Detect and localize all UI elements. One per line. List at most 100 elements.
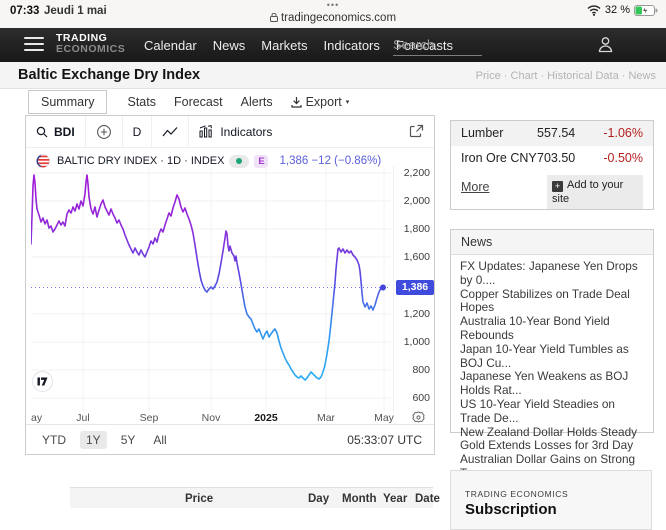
nav-item-indicators[interactable]: Indicators <box>323 38 381 53</box>
download-icon <box>291 96 302 108</box>
subscription-brand: TRADING ECONOMICS <box>465 489 651 499</box>
chart-card: BDI D Indicators <box>25 115 435 455</box>
lock-icon <box>270 13 278 22</box>
table-column-header: Price <box>185 493 213 505</box>
hamburger-menu-icon[interactable] <box>24 37 44 52</box>
open-fullscreen-button[interactable] <box>409 124 424 139</box>
y-axis-label: 2,000 <box>404 195 430 207</box>
table-column-header: Year <box>383 493 407 505</box>
x-axis-label: May <box>367 412 401 424</box>
news-headline-link[interactable]: FX Updates: Japanese Yen Drops by 0.... <box>460 260 644 288</box>
green-dot-icon <box>236 158 242 164</box>
indicators-icon <box>199 125 214 138</box>
chart-bottom-bar: YTD 1Y 5Y All 05:33:07 UTC <box>26 424 434 454</box>
price-chart-canvas[interactable] <box>31 166 391 411</box>
tradingview-logo[interactable] <box>32 371 53 392</box>
tab-forecast[interactable]: Forecast <box>174 95 223 109</box>
last-price-dot <box>380 285 386 291</box>
related-markets-card: Lumber557.54-1.06%Iron Ore CNY703.50-0.5… <box>450 120 654 210</box>
price-axis[interactable]: 2,200 2,000 1,800 1,600 1,200 1,000 800 600 1,38… <box>393 166 435 411</box>
subscription-card[interactable]: TRADING ECONOMICS Subscription <box>450 470 652 530</box>
news-headline-link[interactable]: Australia 10-Year Bond Yield Rebounds <box>460 315 644 343</box>
x-axis-label: Sep <box>132 412 166 424</box>
search-icon <box>36 126 48 138</box>
news-headline-link[interactable]: US 10-Year Yield Steadies on Trade De... <box>460 398 644 426</box>
tab-switcher-dots[interactable]: ••• <box>0 0 666 10</box>
add-to-your-site-button[interactable]: +Add to your site <box>547 175 643 209</box>
nav-item-news[interactable]: News <box>212 38 247 53</box>
y-axis-label: 800 <box>412 364 430 376</box>
chart-type-button[interactable] <box>152 116 189 147</box>
nav-item-calendar[interactable]: Calendar <box>143 38 198 53</box>
y-axis-label: 1,600 <box>404 251 430 263</box>
market-change-pct: -0.50% <box>595 151 643 166</box>
breadcrumb[interactable]: Price · Chart · Historical Data · News <box>476 70 656 82</box>
y-axis-label: 2,200 <box>404 167 430 179</box>
range-button-1y[interactable]: 1Y <box>80 431 107 449</box>
interval-label: D <box>133 125 142 139</box>
trading-economics-logo[interactable]: TRADING ECONOMICS <box>56 33 125 55</box>
markets-more-link[interactable]: More <box>461 180 489 194</box>
price-table-header-preview: PriceDayMonthYearDate <box>70 487 433 508</box>
news-card: News FX Updates: Japanese Yen Drops by 0… <box>450 229 654 433</box>
battery-percent: 32 % <box>605 4 630 16</box>
y-axis-label: 1,000 <box>404 336 430 348</box>
range-button-all[interactable]: All <box>149 431 170 449</box>
x-axis-label: Jul <box>66 412 100 424</box>
user-account-icon[interactable] <box>598 36 613 58</box>
address-bar[interactable]: tradingeconomics.com <box>0 12 666 24</box>
interval-button[interactable]: D <box>123 116 153 147</box>
search-input[interactable]: Search <box>393 35 482 56</box>
x-axis-label: 2025 <box>249 412 283 424</box>
news-headline-link[interactable]: Gold Extends Losses for 3rd Day <box>460 439 644 453</box>
line-chart-icon <box>162 126 178 138</box>
market-row[interactable]: Iron Ore CNY703.50-0.50% <box>451 146 653 171</box>
market-row[interactable]: Lumber557.54-1.06% <box>451 121 653 146</box>
section-tabs: Summary Stats Forecast Alerts Export ▾ <box>28 89 349 114</box>
news-headline-link[interactable]: Copper Stabilizes on Trade Deal Hopes <box>460 288 644 316</box>
export-button[interactable]: Export ▾ <box>291 95 350 109</box>
vertical-gridlines <box>83 166 384 411</box>
compare-add-button[interactable] <box>86 116 123 147</box>
range-buttons: YTD 1Y 5Y All <box>38 431 171 449</box>
tab-alerts[interactable]: Alerts <box>241 95 273 109</box>
indicators-button[interactable]: Indicators <box>189 116 282 147</box>
y-axis-label: 1,200 <box>404 308 430 320</box>
open-external-icon <box>409 124 424 139</box>
market-value: 703.50 <box>537 151 595 166</box>
news-header: News <box>451 230 653 255</box>
x-axis-label: ay <box>31 412 55 424</box>
tab-summary[interactable]: Summary <box>28 90 107 114</box>
chevron-down-icon: ▾ <box>346 98 350 106</box>
range-button-ytd[interactable]: YTD <box>38 431 70 449</box>
chart-clock: 05:33:07 UTC <box>347 433 422 447</box>
news-headline-link[interactable]: New Zealand Dollar Holds Steady <box>460 426 644 440</box>
x-axis-label: Nov <box>194 412 228 424</box>
wifi-icon <box>587 5 601 16</box>
range-button-5y[interactable]: 5Y <box>117 431 140 449</box>
main-nav-bar: TRADING ECONOMICS Calendar News Markets Ind… <box>0 28 666 62</box>
table-column-header: Day <box>308 493 329 505</box>
export-label: Export <box>306 95 342 109</box>
tab-stats[interactable]: Stats <box>127 95 156 109</box>
page-title: Baltic Exchange Dry Index <box>18 67 200 83</box>
news-headline-link[interactable]: Japanese Yen Weakens as BOJ Holds Rat... <box>460 370 644 398</box>
logo-line-2: ECONOMICS <box>56 44 125 55</box>
nav-item-markets[interactable]: Markets <box>260 38 308 53</box>
symbol-search-button[interactable]: BDI <box>26 116 86 147</box>
y-axis-label: 1,800 <box>404 223 430 235</box>
plus-circle-icon <box>96 124 112 140</box>
plus-icon: + <box>552 181 563 192</box>
symbol-label: BDI <box>54 125 75 139</box>
market-name: Iron Ore CNY <box>461 151 537 166</box>
x-axis-label: Mar <box>309 412 343 424</box>
market-name: Lumber <box>461 126 537 141</box>
subscription-title: Subscription <box>465 501 651 518</box>
indicators-label: Indicators <box>220 125 272 139</box>
news-headline-link[interactable]: Japan 10-Year Yield Tumbles as BOJ Cu... <box>460 343 644 371</box>
ios-status-bar: 07:33 Jeudi 1 mai ••• tradingeconomics.c… <box>0 0 666 28</box>
y-axis-label: 600 <box>412 392 430 404</box>
current-price-badge: 1,386 <box>396 280 434 295</box>
table-column-header: Date <box>415 493 440 505</box>
table-column-header: Month <box>342 493 376 505</box>
